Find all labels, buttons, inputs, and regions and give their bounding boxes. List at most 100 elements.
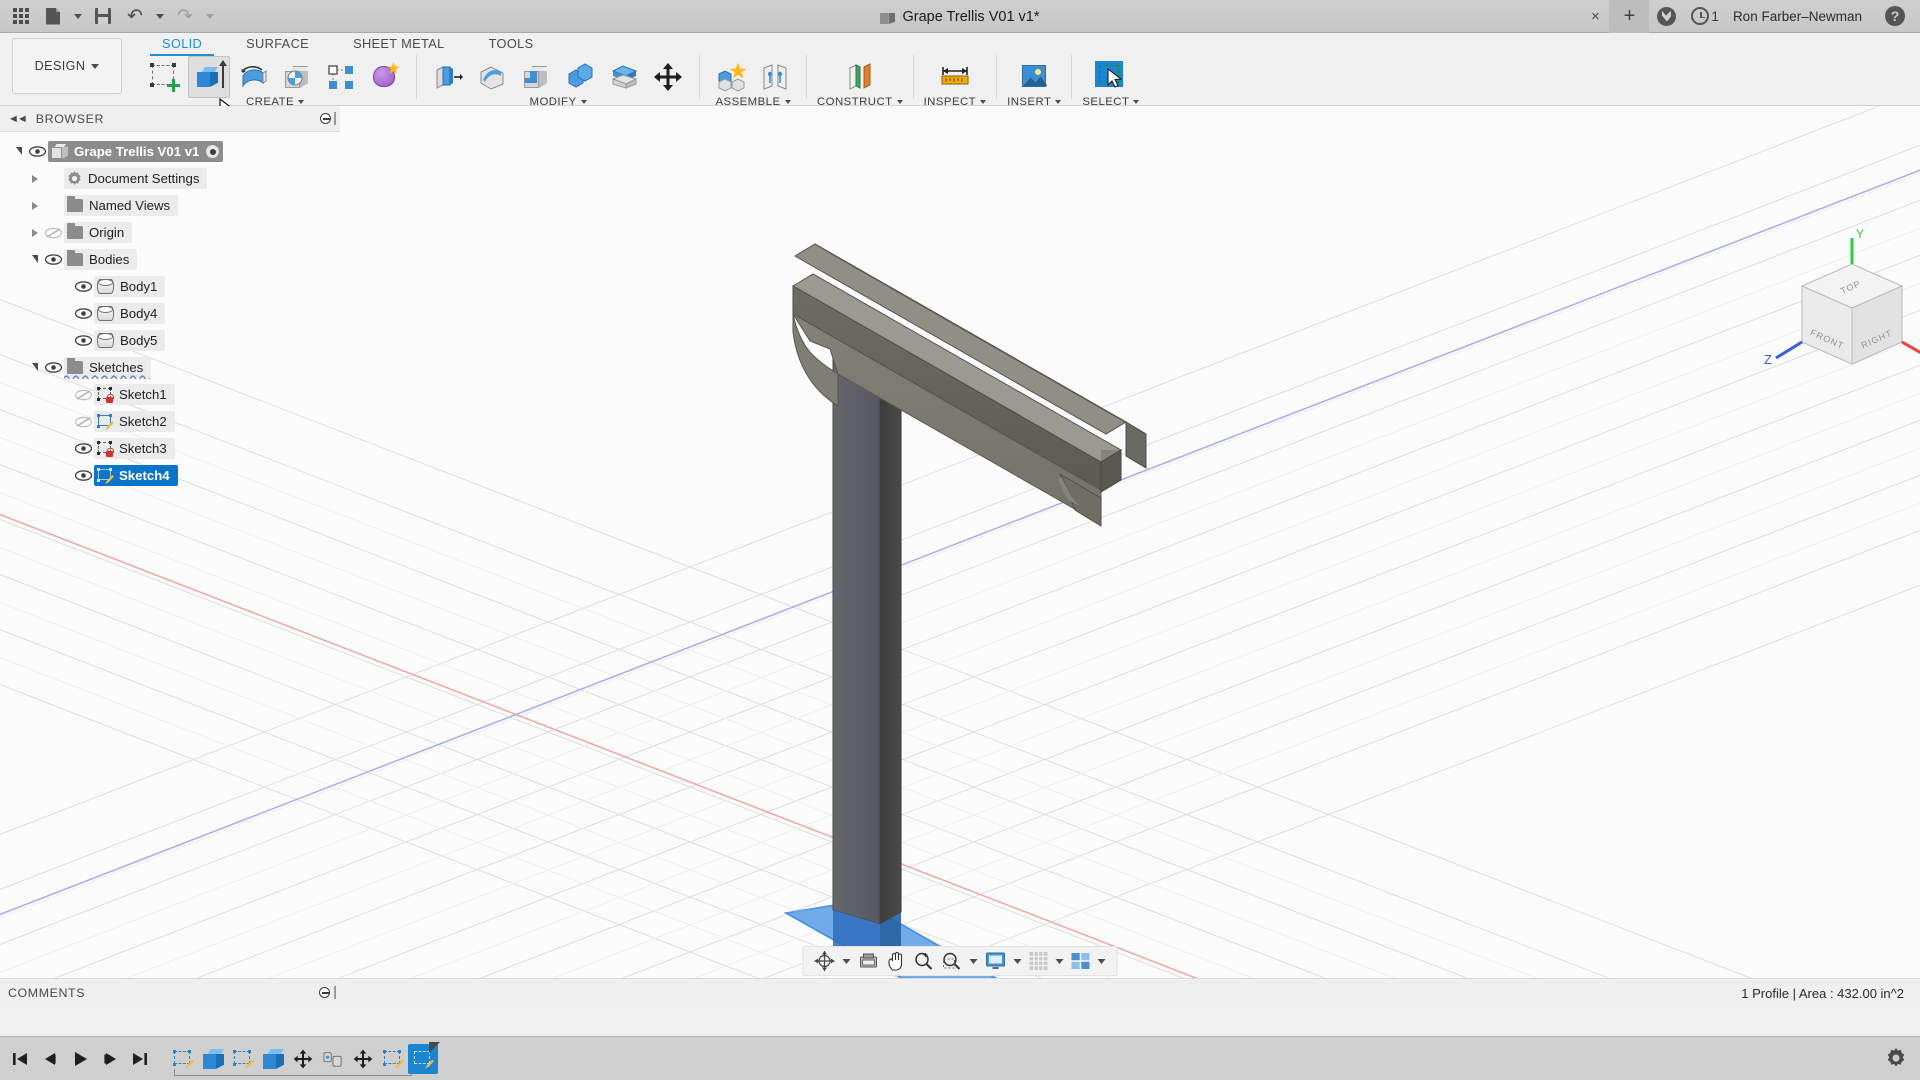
visibility-eye-hidden-icon[interactable] [72, 416, 94, 428]
tree-row-sketch2[interactable]: Sketch2 [0, 408, 340, 435]
orbit-icon[interactable] [812, 948, 838, 974]
apps-grid-icon[interactable] [6, 2, 36, 30]
select-icon[interactable] [1090, 56, 1132, 98]
display-dropdown[interactable] [1011, 948, 1025, 974]
tree-row-body1[interactable]: Body1 [0, 273, 340, 300]
tree-item-label[interactable]: Sketch1 [94, 384, 175, 405]
new-tab-button[interactable]: + [1609, 0, 1650, 33]
sweep-icon[interactable] [276, 56, 318, 98]
look-at-icon[interactable] [856, 948, 882, 974]
insert-image-icon[interactable] [1013, 56, 1055, 98]
step-forward-icon[interactable] [96, 1043, 124, 1075]
expander-open-icon[interactable] [12, 146, 26, 156]
grid-dropdown[interactable] [1053, 948, 1067, 974]
collapse-panel-icon[interactable]: ◄◄ [8, 113, 28, 125]
timeline-feature-move[interactable] [348, 1044, 378, 1074]
tree-item-label[interactable]: Sketch3 [94, 438, 175, 459]
tree-item-label[interactable]: Body4 [94, 303, 166, 324]
tree-item-label[interactable]: Body5 [94, 330, 166, 351]
workspace-switcher[interactable]: DESIGN [12, 38, 122, 94]
save-icon[interactable] [88, 2, 118, 30]
panel-resize-handle[interactable] [334, 112, 336, 125]
zoom-window-icon[interactable] [939, 948, 965, 974]
comments-panel[interactable]: COMMENTS [0, 978, 340, 1006]
tree-item-label[interactable]: Document Settings [64, 168, 208, 189]
tree-item-label[interactable]: Origin [64, 222, 133, 243]
form-icon[interactable] [364, 56, 406, 98]
grid-snap-icon[interactable] [1027, 948, 1051, 974]
expander-closed-icon[interactable] [28, 201, 42, 210]
expander-open-icon[interactable] [28, 362, 42, 372]
new-document-dropdown[interactable] [70, 2, 86, 30]
tree-row-sketch4[interactable]: Sketch4 [0, 462, 340, 489]
tree-row-body4[interactable]: Body4 [0, 300, 340, 327]
visibility-eye-icon[interactable] [72, 335, 94, 346]
tree-row-sketches[interactable]: Sketches [0, 354, 340, 381]
skip-end-icon[interactable] [126, 1043, 154, 1075]
press-pull-icon[interactable] [427, 56, 469, 98]
expander-closed-icon[interactable] [28, 174, 42, 183]
updates-icon[interactable] [1649, 0, 1683, 33]
timeline-feature-joint[interactable] [318, 1044, 348, 1074]
zoom-icon[interactable] [911, 948, 937, 974]
offset-plane-icon[interactable] [839, 56, 881, 98]
comments-resize-handle[interactable] [334, 986, 336, 999]
tree-item-label-root[interactable]: Grape Trellis V01 v1 [48, 141, 224, 162]
tree-row-sketch1[interactable]: Sketch1 [0, 381, 340, 408]
tree-row-document-settings[interactable]: Document Settings [0, 165, 340, 192]
tab-tools[interactable]: TOOLS [467, 33, 556, 55]
redo-icon[interactable]: ↷ [170, 2, 200, 30]
visibility-eye-icon[interactable] [42, 362, 64, 373]
timeline-feature-extrude[interactable] [198, 1044, 228, 1074]
tab-solid[interactable]: SOLID [140, 33, 224, 56]
timeline-marker[interactable] [429, 1041, 440, 1053]
tree-item-label[interactable]: Named Views [64, 195, 179, 216]
measure-icon[interactable] [934, 56, 976, 98]
viewports-icon[interactable] [1069, 948, 1093, 974]
tree-item-label[interactable]: Body1 [94, 276, 166, 297]
redo-dropdown[interactable] [202, 2, 218, 30]
tree-row-bodies[interactable]: Bodies [0, 246, 340, 273]
new-component-icon[interactable] [710, 56, 752, 98]
tree-item-label[interactable]: Sketch2 [94, 411, 175, 432]
pan-icon[interactable] [884, 948, 909, 974]
tree-row-origin[interactable]: Origin [0, 219, 340, 246]
tree-row-root[interactable]: Grape Trellis V01 v1 [0, 138, 340, 165]
visibility-eye-icon[interactable] [72, 443, 94, 454]
combine-icon[interactable] [559, 56, 601, 98]
timeline-feature-move[interactable] [288, 1044, 318, 1074]
undo-dropdown[interactable] [152, 2, 168, 30]
timeline-feature-extrude[interactable] [258, 1044, 288, 1074]
extrude-icon[interactable] [188, 56, 230, 98]
close-tab-button[interactable]: × [1581, 0, 1609, 33]
help-icon[interactable]: ? [1878, 0, 1912, 33]
timeline-feature-sketch[interactable] [168, 1044, 198, 1074]
tree-item-label-selected[interactable]: Sketch4 [94, 465, 178, 486]
tab-sheet-metal[interactable]: SHEET METAL [331, 33, 467, 55]
tree-row-named-views[interactable]: Named Views [0, 192, 340, 219]
offset-face-icon[interactable] [603, 56, 645, 98]
browser-options-icon[interactable] [320, 113, 331, 124]
joint-icon[interactable] [754, 56, 796, 98]
play-icon[interactable] [66, 1043, 94, 1075]
revolve-icon[interactable] [232, 56, 274, 98]
shell-icon[interactable] [515, 56, 557, 98]
timeline-feature-sketch[interactable] [228, 1044, 258, 1074]
step-back-icon[interactable] [36, 1043, 64, 1075]
move-copy-icon[interactable] [647, 56, 689, 98]
timeline-feature-sketch-active[interactable] [408, 1041, 440, 1074]
undo-icon[interactable]: ↶ [120, 2, 150, 30]
skip-start-icon[interactable] [6, 1043, 34, 1075]
timeline-feature-sketch[interactable] [378, 1044, 408, 1074]
zoom-dropdown[interactable] [967, 948, 981, 974]
orbit-dropdown[interactable] [840, 948, 854, 974]
display-settings-icon[interactable] [983, 948, 1009, 974]
tree-row-sketch3[interactable]: Sketch3 [0, 435, 340, 462]
tree-item-label[interactable]: Sketches [64, 357, 152, 379]
comments-options-icon[interactable] [319, 987, 330, 998]
create-sketch-icon[interactable] [144, 56, 186, 98]
visibility-eye-icon[interactable] [26, 146, 48, 157]
expander-closed-icon[interactable] [28, 228, 42, 237]
visibility-eye-icon[interactable] [42, 254, 64, 265]
visibility-eye-hidden-icon[interactable] [72, 389, 94, 401]
